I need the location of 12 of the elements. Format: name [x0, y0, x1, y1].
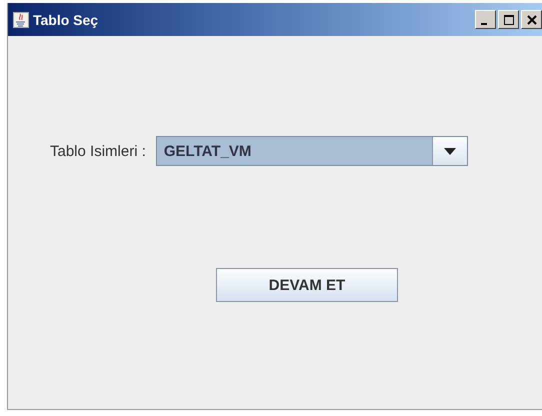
minimize-icon	[481, 22, 487, 24]
table-names-label: Tablo Isimleri :	[50, 142, 146, 160]
table-dropdown[interactable]: GELTAT_VM	[156, 136, 468, 166]
close-icon	[526, 14, 536, 24]
app-icon	[13, 12, 29, 28]
minimize-button[interactable]	[475, 10, 496, 29]
window-title: Tablo Seç	[33, 12, 98, 28]
close-button[interactable]	[521, 10, 542, 29]
continue-button[interactable]: DEVAM ET	[216, 268, 398, 302]
maximize-button[interactable]	[498, 10, 519, 29]
maximize-icon	[504, 14, 514, 24]
dropdown-arrow-icon	[444, 148, 456, 154]
